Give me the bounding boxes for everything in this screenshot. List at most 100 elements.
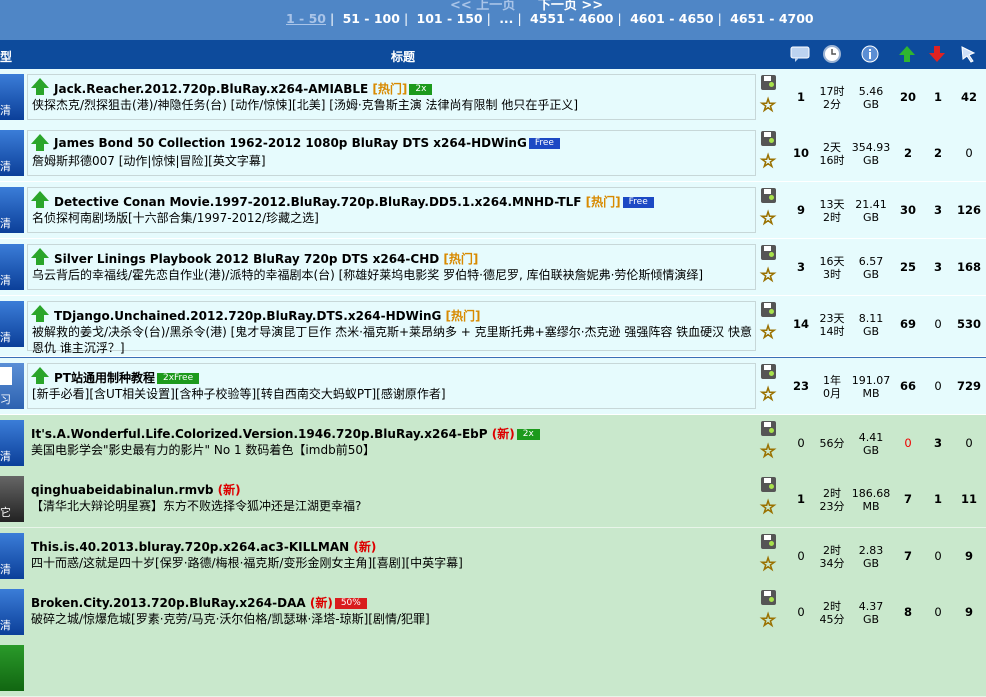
leechers-count[interactable]: 2 <box>925 147 951 160</box>
category-icon[interactable]: 清 <box>0 420 24 466</box>
time-icon[interactable] <box>822 44 842 64</box>
seeders-count[interactable]: 7 <box>895 493 921 506</box>
torrent-title-link[interactable]: qinghuabeidabinalun.rmvb (新) <box>31 481 241 498</box>
torrent-title-link[interactable]: It's.A.Wonderful.Life.Colorized.Version.… <box>31 425 540 442</box>
download-icon[interactable] <box>761 477 776 492</box>
seeders-count[interactable]: 8 <box>895 606 921 619</box>
torrent-name[interactable]: PT站通用制种教程 <box>54 371 155 385</box>
bookmark-star-icon[interactable]: ☆ <box>759 555 776 574</box>
comments-count[interactable]: 3 <box>788 261 814 274</box>
torrent-name[interactable]: James Bond 50 Collection 1962-2012 1080p… <box>54 136 527 150</box>
seeders-count[interactable]: 69 <box>895 318 921 331</box>
comments-count[interactable]: 0 <box>788 550 814 563</box>
completed-count[interactable]: 126 <box>955 204 983 217</box>
comments-count[interactable]: 0 <box>788 606 814 619</box>
leechers-count[interactable]: 3 <box>925 204 951 217</box>
title-column-header[interactable]: 标题 <box>391 48 415 65</box>
page-link[interactable]: 4601 - 4650 <box>630 11 713 26</box>
torrent-name[interactable]: Jack.Reacher.2012.720p.BluRay.x264-AMIAB… <box>54 82 368 96</box>
torrent-title-link[interactable]: Silver Linings Playbook 2012 BluRay 720p… <box>54 250 478 267</box>
seeders-count[interactable]: 0 <box>895 437 921 450</box>
torrent-name[interactable]: Broken.City.2013.720p.BluRay.x264-DAA <box>31 596 306 610</box>
download-icon[interactable] <box>761 245 776 260</box>
seeders-icon[interactable] <box>897 44 917 64</box>
type-column-header[interactable]: 型 <box>0 48 12 65</box>
seeders-count[interactable]: 2 <box>895 147 921 160</box>
leechers-count[interactable]: 0 <box>925 318 951 331</box>
completed-count[interactable]: 530 <box>955 318 983 331</box>
comments-count[interactable]: 0 <box>788 437 814 450</box>
completed-count[interactable]: 168 <box>955 261 983 274</box>
leechers-count[interactable]: 0 <box>925 606 951 619</box>
completed-count[interactable]: 11 <box>955 493 983 506</box>
torrent-name[interactable]: Detective Conan Movie.1997-2012.BluRay.7… <box>54 195 581 209</box>
download-icon[interactable] <box>761 75 776 90</box>
completed-count[interactable]: 0 <box>955 437 983 450</box>
torrent-title-link[interactable]: TDjango.Unchained.2012.720p.BluRay.DTS.x… <box>54 307 481 324</box>
torrent-name[interactable]: Silver Linings Playbook 2012 BluRay 720p… <box>54 252 439 266</box>
bookmark-star-icon[interactable]: ☆ <box>759 96 776 115</box>
page-link[interactable]: 4551 - 4600 <box>530 11 613 26</box>
download-icon[interactable] <box>761 534 776 549</box>
bookmark-star-icon[interactable]: ☆ <box>759 209 776 228</box>
torrent-name[interactable]: qinghuabeidabinalun.rmvb <box>31 483 213 497</box>
comments-icon[interactable] <box>790 44 810 64</box>
bookmark-star-icon[interactable]: ☆ <box>759 611 776 630</box>
download-icon[interactable] <box>761 364 776 379</box>
completed-count[interactable]: 9 <box>955 606 983 619</box>
category-icon[interactable]: 清 <box>0 589 24 635</box>
seeders-count[interactable]: 30 <box>895 204 921 217</box>
comments-count[interactable]: 1 <box>788 493 814 506</box>
category-icon[interactable]: 它 <box>0 476 24 522</box>
seeders-count[interactable]: 20 <box>895 91 921 104</box>
torrent-name[interactable]: TDjango.Unchained.2012.720p.BluRay.DTS.x… <box>54 309 441 323</box>
torrent-title-link[interactable]: Detective Conan Movie.1997-2012.BluRay.7… <box>54 193 654 210</box>
category-icon[interactable]: 清 <box>0 533 24 579</box>
comments-count[interactable]: 14 <box>788 318 814 331</box>
torrent-title-link[interactable]: Jack.Reacher.2012.720p.BluRay.x264-AMIAB… <box>54 80 433 97</box>
seeders-count[interactable]: 7 <box>895 550 921 563</box>
bookmark-star-icon[interactable]: ☆ <box>759 385 776 404</box>
category-icon[interactable]: 清 <box>0 244 24 290</box>
torrent-title-link[interactable]: This.is.40.2013.bluray.720p.x264.ac3-KIL… <box>31 538 376 555</box>
completed-count[interactable]: 9 <box>955 550 983 563</box>
torrent-title-link[interactable]: James Bond 50 Collection 1962-2012 1080p… <box>54 136 560 150</box>
info-icon[interactable] <box>860 44 880 64</box>
category-icon[interactable]: 清 <box>0 74 24 120</box>
leechers-count[interactable]: 1 <box>925 91 951 104</box>
leechers-count[interactable]: 3 <box>925 437 951 450</box>
leechers-count[interactable]: 3 <box>925 261 951 274</box>
bookmark-star-icon[interactable]: ☆ <box>759 266 776 285</box>
leechers-count[interactable]: 0 <box>925 550 951 563</box>
comments-count[interactable]: 23 <box>788 380 814 393</box>
page-link[interactable]: 101 - 150 <box>417 11 483 26</box>
comments-count[interactable]: 9 <box>788 204 814 217</box>
download-icon[interactable] <box>761 302 776 317</box>
completed-count[interactable]: 0 <box>955 147 983 160</box>
page-link[interactable]: 4651 - 4700 <box>730 11 813 26</box>
bookmark-star-icon[interactable]: ☆ <box>759 323 776 342</box>
leechers-count[interactable]: 1 <box>925 493 951 506</box>
torrent-name[interactable]: It's.A.Wonderful.Life.Colorized.Version.… <box>31 427 488 441</box>
bookmark-star-icon[interactable]: ☆ <box>759 498 776 517</box>
comments-count[interactable]: 10 <box>788 147 814 160</box>
completed-icon[interactable] <box>958 44 978 64</box>
bookmark-star-icon[interactable]: ☆ <box>759 152 776 171</box>
category-icon[interactable] <box>0 645 24 691</box>
leechers-icon[interactable] <box>927 44 947 64</box>
torrent-title-link[interactable]: PT站通用制种教程 2xFree <box>54 369 200 386</box>
torrent-title-link[interactable]: Broken.City.2013.720p.BluRay.x264-DAA (新… <box>31 594 367 611</box>
category-icon[interactable]: 清 <box>0 187 24 233</box>
page-link-current[interactable]: 1 - 50 <box>286 11 326 26</box>
seeders-count[interactable]: 25 <box>895 261 921 274</box>
download-icon[interactable] <box>761 131 776 146</box>
bookmark-star-icon[interactable]: ☆ <box>759 442 776 461</box>
torrent-name[interactable]: This.is.40.2013.bluray.720p.x264.ac3-KIL… <box>31 540 349 554</box>
comments-count[interactable]: 1 <box>788 91 814 104</box>
leechers-count[interactable]: 0 <box>925 380 951 393</box>
category-icon[interactable]: 清 <box>0 301 24 347</box>
seeders-count[interactable]: 66 <box>895 380 921 393</box>
category-icon[interactable]: 习 <box>0 363 24 409</box>
category-icon[interactable]: 清 <box>0 130 24 176</box>
page-link[interactable]: 51 - 100 <box>343 11 400 26</box>
